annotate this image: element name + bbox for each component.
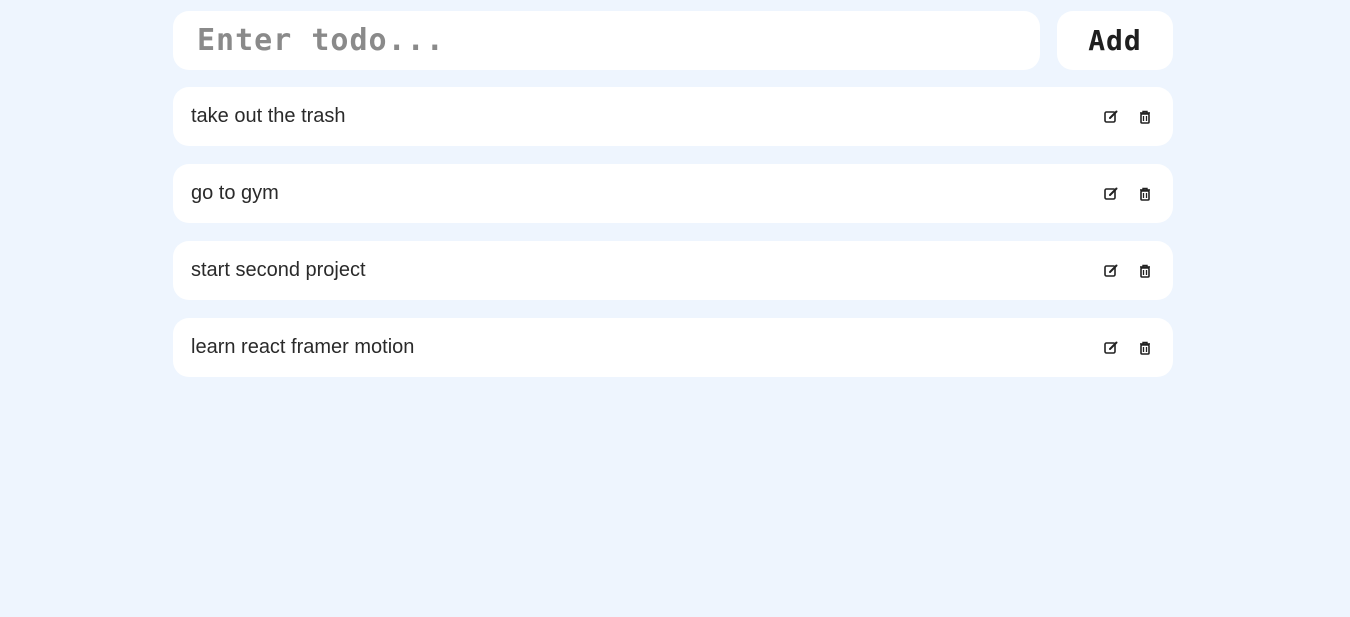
todo-actions — [1101, 107, 1155, 127]
todo-input-container — [173, 11, 1040, 70]
add-todo-row: Add — [173, 11, 1173, 70]
todo-actions — [1101, 184, 1155, 204]
trash-icon[interactable] — [1135, 338, 1155, 358]
add-button[interactable]: Add — [1057, 11, 1173, 70]
trash-icon[interactable] — [1135, 107, 1155, 127]
todo-item: go to gym — [173, 164, 1173, 223]
todo-text: learn react framer motion — [191, 336, 415, 358]
edit-icon[interactable] — [1101, 338, 1121, 358]
todo-text: go to gym — [191, 182, 279, 204]
todo-item: learn react framer motion — [173, 318, 1173, 377]
todo-input[interactable] — [195, 22, 1018, 59]
todo-item: start second project — [173, 241, 1173, 300]
todo-text: start second project — [191, 259, 366, 281]
trash-icon[interactable] — [1135, 261, 1155, 281]
todo-list: take out the trash go to gym start secon… — [173, 87, 1173, 377]
todo-actions — [1101, 261, 1155, 281]
todo-actions — [1101, 338, 1155, 358]
trash-icon[interactable] — [1135, 184, 1155, 204]
edit-icon[interactable] — [1101, 107, 1121, 127]
edit-icon[interactable] — [1101, 261, 1121, 281]
todo-text: take out the trash — [191, 105, 346, 127]
edit-icon[interactable] — [1101, 184, 1121, 204]
todo-app: Add take out the trash go to gym — [173, 11, 1173, 377]
todo-item: take out the trash — [173, 87, 1173, 146]
